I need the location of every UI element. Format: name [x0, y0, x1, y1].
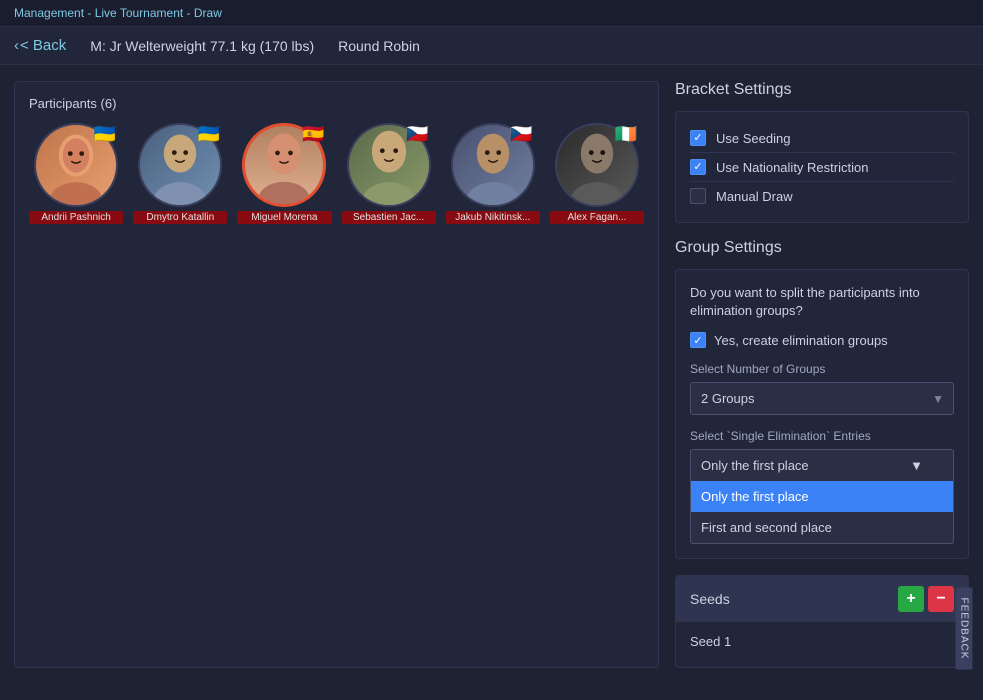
bracket-settings-box: ✓ Use Seeding ✓ Use Nationality Restrict…	[675, 111, 969, 223]
flag-icon: 🇺🇦	[198, 125, 220, 143]
remove-seed-button[interactable]: −	[928, 586, 954, 612]
participant-name: Jakub Nikitinsk...	[446, 211, 540, 224]
participant-name: Sebastien Jac...	[342, 211, 436, 224]
back-button[interactable]: ‹ < Back	[14, 37, 66, 54]
avatar: 🇪🇸	[242, 123, 326, 207]
seeds-controls: + −	[898, 586, 954, 612]
participant-name: Andrii Pashnich	[29, 211, 123, 224]
group-question: Do you want to split the participants in…	[690, 284, 954, 320]
avatar: 🇨🇿	[451, 123, 535, 207]
group-settings-title: Group Settings	[675, 239, 969, 257]
participants-panel: Participants (6) 🇺🇦	[14, 81, 659, 668]
list-item: 🇨🇿 Jakub Nikitinsk...	[446, 123, 540, 224]
flag-icon: 🇮🇪	[615, 125, 637, 143]
main-content: Participants (6) 🇺🇦	[0, 65, 983, 684]
list-item: 🇪🇸 Miguel Morena	[237, 123, 331, 224]
add-seed-button[interactable]: +	[898, 586, 924, 612]
avatar: 🇺🇦	[138, 123, 222, 207]
flag-icon: 🇪🇸	[302, 125, 324, 143]
entries-current-value: Only the first place	[701, 458, 809, 473]
chevron-down-icon: ▼	[910, 458, 923, 473]
bracket-settings-title: Bracket Settings	[675, 81, 969, 99]
entries-dropdown-display[interactable]: Only the first place ▼	[690, 449, 954, 481]
avatar: 🇨🇿	[347, 123, 431, 207]
groups-label: Select Number of Groups	[690, 362, 954, 376]
right-panel: Bracket Settings ✓ Use Seeding ✓ Use Nat…	[675, 81, 969, 668]
participant-name: Dmytro Katallin	[133, 211, 227, 224]
checkmark-icon: ✓	[693, 334, 702, 347]
seeds-title: Seeds	[690, 591, 730, 607]
flag-icon: 🇺🇦	[94, 125, 116, 143]
group-settings-box: Do you want to split the participants in…	[675, 269, 969, 559]
manual-draw-checkbox[interactable]	[690, 188, 706, 204]
groups-select[interactable]: 1 Group 2 Groups 3 Groups 4 Groups	[690, 382, 954, 415]
use-seeding-row: ✓ Use Seeding	[690, 124, 954, 152]
use-seeding-label: Use Seeding	[716, 131, 790, 146]
breadcrumb-text: Management - Live Tournament - Draw	[14, 6, 222, 20]
yes-create-groups-checkbox[interactable]: ✓	[690, 332, 706, 348]
flag-icon: 🇨🇿	[510, 125, 532, 143]
nav-bar: ‹ < Back M: Jr Welterweight 77.1 kg (170…	[0, 27, 983, 65]
list-item: 🇺🇦 Andrii Pashnich	[29, 123, 123, 224]
avatar: 🇺🇦	[34, 123, 118, 207]
groups-select-wrapper: 1 Group 2 Groups 3 Groups 4 Groups ▼	[690, 382, 954, 415]
back-icon: ‹	[14, 37, 19, 54]
use-nationality-row: ✓ Use Nationality Restriction	[690, 152, 954, 181]
breadcrumb: Management - Live Tournament - Draw	[0, 0, 983, 27]
checkmark-icon: ✓	[693, 133, 702, 144]
feedback-tab[interactable]: FEEDBACK	[956, 588, 973, 670]
entries-option-first-only[interactable]: Only the first place	[691, 481, 953, 512]
seeds-box: Seeds + − Seed 1	[675, 575, 969, 668]
entries-dropdown: Only the first place ▼ Only the first pl…	[690, 449, 954, 544]
use-seeding-checkbox[interactable]: ✓	[690, 130, 706, 146]
participants-title: Participants (6)	[29, 96, 644, 111]
avatar: 🇮🇪	[555, 123, 639, 207]
list-item: 🇺🇦 Dmytro Katallin	[133, 123, 227, 224]
list-item: 🇨🇿 Sebastien Jac...	[342, 123, 436, 224]
manual-draw-row: Manual Draw	[690, 181, 954, 210]
manual-draw-label: Manual Draw	[716, 189, 793, 204]
seeds-body: Seed 1	[676, 622, 968, 667]
use-nationality-label: Use Nationality Restriction	[716, 160, 868, 175]
entries-label: Select `Single Elimination` Entries	[690, 429, 954, 443]
back-label: < Back	[20, 37, 66, 54]
participant-name: Miguel Morena	[237, 211, 331, 224]
checkmark-icon: ✓	[693, 162, 702, 173]
nav-tournament-type: Round Robin	[338, 38, 420, 54]
yes-create-groups-label: Yes, create elimination groups	[714, 333, 888, 348]
yes-checkbox-row: ✓ Yes, create elimination groups	[690, 332, 954, 348]
seeds-header: Seeds + −	[676, 576, 968, 622]
participants-list: 🇺🇦 Andrii Pashnich	[29, 123, 644, 224]
list-item: 🇮🇪 Alex Fagan...	[550, 123, 644, 224]
feedback-label: FEEDBACK	[959, 598, 970, 660]
use-nationality-checkbox[interactable]: ✓	[690, 159, 706, 175]
entries-option-first-second[interactable]: First and second place	[691, 512, 953, 543]
seed1-label: Seed 1	[690, 634, 954, 649]
nav-category: M: Jr Welterweight 77.1 kg (170 lbs)	[90, 38, 314, 54]
participant-name: Alex Fagan...	[550, 211, 644, 224]
flag-icon: 🇨🇿	[406, 125, 428, 143]
entries-dropdown-list: Only the first place First and second pl…	[690, 481, 954, 544]
